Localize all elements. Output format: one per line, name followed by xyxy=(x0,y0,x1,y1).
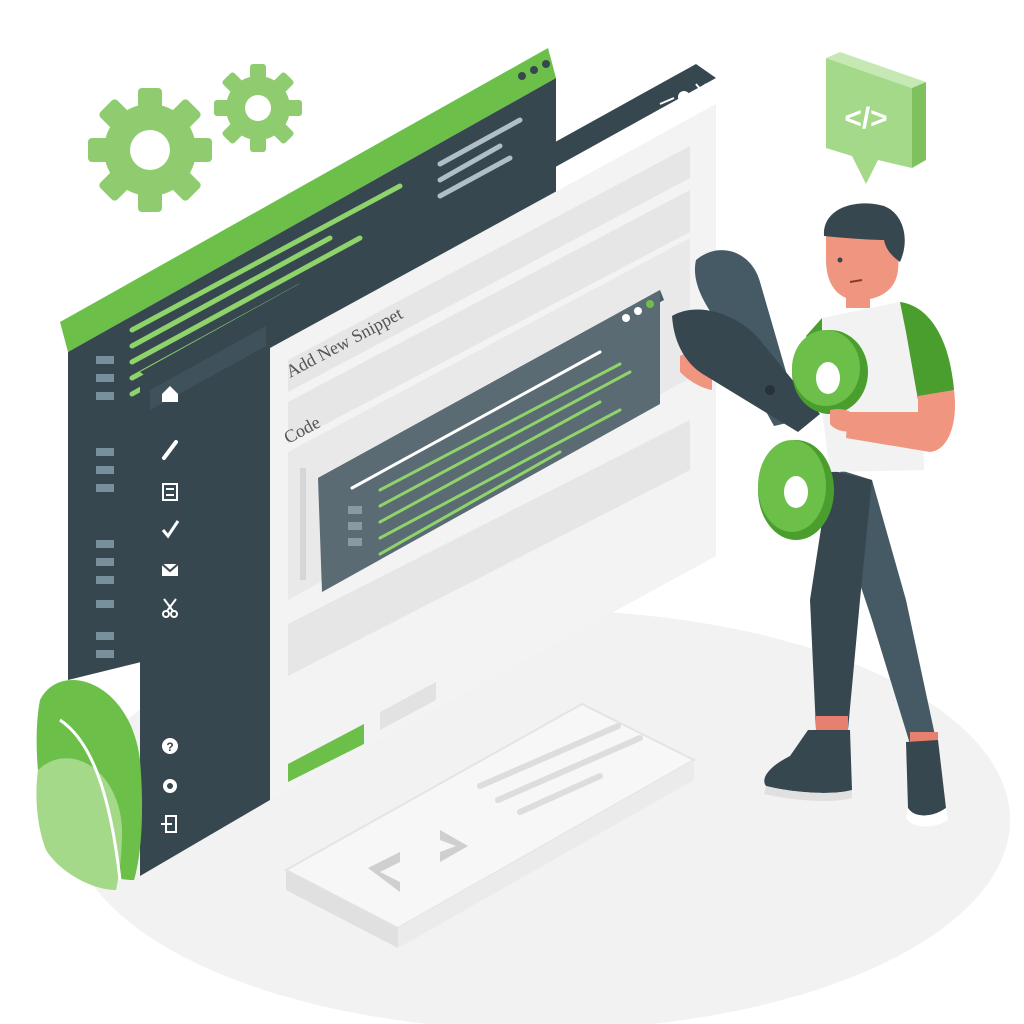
gear-icon xyxy=(88,88,212,212)
scissors-handle xyxy=(792,330,868,414)
isometric-illustration: </> ? Add New Snippet Code xyxy=(36,48,1010,1024)
scissors-handle xyxy=(758,440,834,540)
code-badge-text: </> xyxy=(844,102,887,135)
code-badge: </> xyxy=(826,52,926,184)
gear-icon xyxy=(214,64,302,152)
plant xyxy=(36,680,143,890)
help-icon[interactable]: ? xyxy=(162,738,178,754)
mail-icon[interactable] xyxy=(161,563,179,576)
illustration-stage: </> ? Add New Snippet Code xyxy=(0,0,1024,1024)
svg-text:?: ? xyxy=(166,740,173,754)
user-icon[interactable] xyxy=(678,91,690,103)
gear-icon[interactable] xyxy=(163,779,177,793)
